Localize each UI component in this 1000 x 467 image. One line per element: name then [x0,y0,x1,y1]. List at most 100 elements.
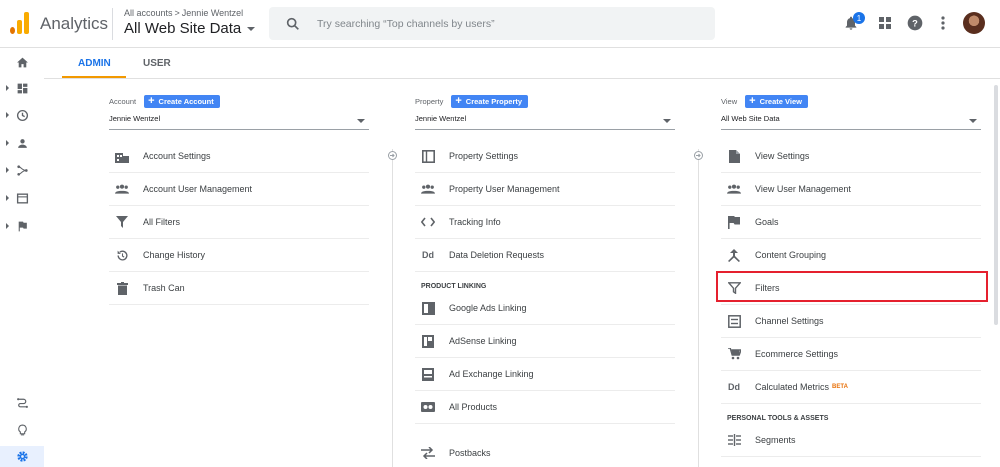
plus-icon: + [455,95,462,107]
view-user-management-item[interactable]: View User Management [721,173,981,206]
create-account-button[interactable]: + Create Account [144,94,220,108]
caret-down-icon [969,119,977,123]
property-settings-item[interactable]: Property Settings [415,140,675,173]
trash-can-item[interactable]: Trash Can [109,272,369,305]
create-account-label: Create Account [158,96,214,106]
property-label: Property [415,96,444,106]
channel-settings-label: Channel Settings [755,316,824,326]
create-property-button[interactable]: + Create Property [451,94,529,108]
tracking-info-item[interactable]: Tracking Info [415,206,675,239]
create-view-label: Create View [759,96,802,106]
top-bar: Analytics All accounts > Jennie Wentzel Al… [0,0,1000,48]
search-bar[interactable]: Try searching “Top channels by users” [269,7,715,40]
change-history-item[interactable]: Change History [109,239,369,272]
attribution-icon [17,397,28,408]
google-ads-linking-item[interactable]: Google Ads Linking [415,292,675,325]
page-scrollbar[interactable] [994,85,998,325]
apps-grid-icon[interactable] [876,14,894,32]
search-input[interactable]: Try searching “Top channels by users” [317,18,495,30]
document-icon [727,149,741,163]
property-select-value: Jennie Wentzel [415,114,467,123]
account-settings-item[interactable]: Account Settings [109,140,369,173]
people-icon [421,182,435,196]
account-settings-label: Account Settings [143,151,211,161]
rail-conversions[interactable] [0,216,44,236]
trash-icon [115,281,129,295]
tab-user[interactable]: USER [143,58,171,69]
rail-customization[interactable] [0,78,44,98]
rail-behavior[interactable] [0,188,44,208]
property-settings-label: Property Settings [449,151,519,161]
rail-discover[interactable] [0,420,44,440]
lightbulb-icon [18,424,27,435]
view-settings-item[interactable]: View Settings [721,140,981,173]
property-settings-icon [421,149,435,163]
account-select[interactable]: Jennie Wentzel [109,114,369,130]
all-products-label: All Products [449,402,498,412]
people-icon [115,182,129,196]
expand-arrow-icon [6,112,9,118]
rail-admin[interactable] [0,446,44,467]
caret-down-icon [247,26,256,31]
segments-item[interactable]: Segments [721,424,981,457]
view-select[interactable]: All Web Site Data [721,114,981,130]
view-settings-label: View Settings [755,151,810,161]
account-user-management-item[interactable]: Account User Management [109,173,369,206]
behavior-icon [16,192,29,204]
expand-arrow-icon [6,195,9,201]
all-products-item[interactable]: All Products [415,391,675,424]
data-deletion-requests-label: Data Deletion Requests [449,250,545,260]
expand-arrow-icon [6,85,9,91]
create-view-button[interactable]: + Create View [745,94,808,108]
content-grouping-item[interactable]: Content Grouping [721,239,981,272]
view-user-management-label: View User Management [755,184,851,194]
data-deletion-requests-item[interactable]: Dd Data Deletion Requests [415,239,675,272]
tab-admin[interactable]: ADMIN [78,58,111,69]
rail-realtime[interactable] [0,105,44,125]
app-name: Analytics [40,14,109,33]
arrow-right-icon [694,151,703,160]
caret-down-icon [663,119,671,123]
person-icon [18,138,27,148]
view-selector[interactable]: All Web Site Data [124,20,256,37]
analytics-logo-icon[interactable] [10,12,30,34]
trash-can-label: Trash Can [143,283,185,293]
ecommerce-settings-item[interactable]: Ecommerce Settings [721,338,981,371]
building-icon [115,149,129,163]
rail-audience[interactable] [0,133,44,153]
rail-attribution[interactable] [0,392,44,412]
property-select[interactable]: Jennie Wentzel [415,114,675,130]
expand-arrow-icon [6,167,9,173]
calculated-metrics-item[interactable]: Dd Calculated Metrics BETA [721,371,981,404]
rail-home[interactable] [0,52,44,72]
avatar[interactable] [963,12,985,34]
breadcrumb-account[interactable]: Jennie Wentzel [182,8,243,18]
property-user-management-item[interactable]: Property User Management [415,173,675,206]
active-tab-indicator [62,76,126,78]
ad-exchange-linking-item[interactable]: Ad Exchange Linking [415,358,675,391]
account-select-value: Jennie Wentzel [109,114,161,123]
goals-item[interactable]: Goals [721,206,981,239]
personal-tools-heading: PERSONAL TOOLS & ASSETS [727,415,829,422]
breadcrumb[interactable]: All accounts > Jennie Wentzel [124,8,243,18]
create-property-label: Create Property [465,96,523,106]
adsense-linking-item[interactable]: AdSense Linking [415,325,675,358]
change-history-label: Change History [143,250,206,260]
dd-icon: Dd [728,382,740,392]
clock-icon [16,109,29,121]
rail-acquisition[interactable] [0,160,44,180]
more-vertical-icon[interactable] [934,14,952,32]
all-filters-item[interactable]: All Filters [109,206,369,239]
property-column: Property + Create Property Jennie Wentzel… [415,94,675,467]
search-icon [286,17,299,30]
postbacks-item[interactable]: Postbacks [415,436,675,467]
expand-arrow-icon [6,140,9,146]
help-icon[interactable]: ? [906,14,924,32]
adsense-icon [421,334,435,348]
history-icon [115,248,129,262]
dashboard-icon [17,83,28,93]
content-grouping-label: Content Grouping [755,250,827,260]
channel-settings-item[interactable]: Channel Settings [721,305,981,338]
breadcrumb-all-accounts[interactable]: All accounts [124,8,173,18]
calculated-metrics-label: Calculated Metrics [755,382,830,392]
